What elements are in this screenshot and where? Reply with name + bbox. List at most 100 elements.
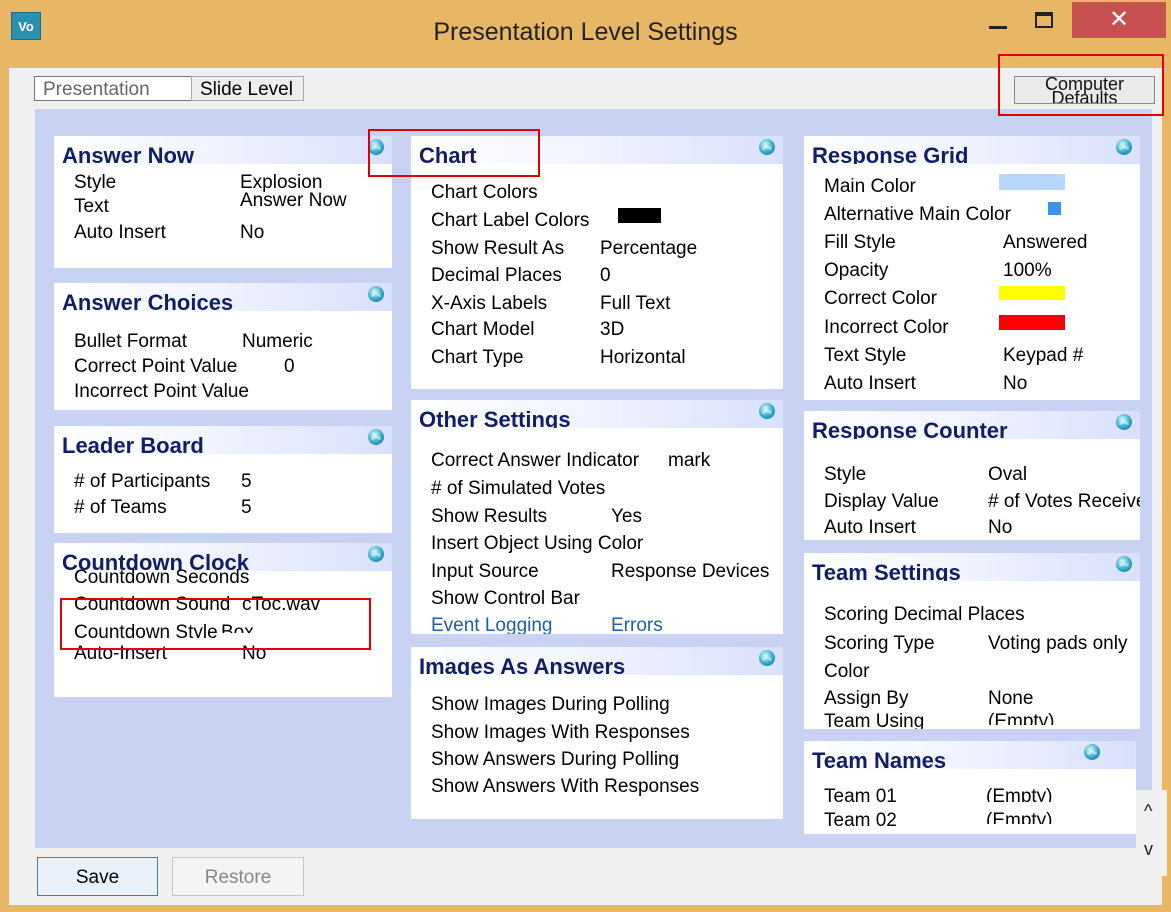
setting-label: Countdown Sound <box>74 594 231 615</box>
setting-value[interactable]: (Empty) <box>988 711 1055 725</box>
setting-value[interactable]: Numeric <box>242 331 313 353</box>
setting-value[interactable]: 0 <box>600 265 611 287</box>
setting-value[interactable]: No <box>240 222 264 244</box>
setting-value[interactable]: Full Text <box>600 293 670 315</box>
setting-value[interactable]: Keypad # <box>1003 345 1083 367</box>
setting-value[interactable]: No <box>242 643 266 665</box>
setting-value[interactable]: No <box>1003 373 1027 395</box>
setting-label: Bullet Format <box>74 331 187 352</box>
scroll-up-icon[interactable]: ^ <box>1144 801 1152 822</box>
setting-label: Chart Colors <box>431 182 538 203</box>
setting-value[interactable]: Oval <box>988 464 1027 486</box>
setting-value[interactable]: Errors <box>611 615 663 631</box>
setting-label: Show Answers With Responses <box>431 776 700 797</box>
team-names-scrollbar[interactable]: ^ v <box>1136 790 1167 876</box>
setting-label: Auto-Insert <box>74 643 167 664</box>
collapse-icon[interactable]: ︽ <box>368 286 384 302</box>
chart-group: Chart ︽ Chart Colors Chart Label Colors … <box>411 136 783 389</box>
setting-label: Main Color <box>824 176 916 197</box>
other-settings-group: Other Settings ︽ Correct Answer Indicato… <box>411 400 783 634</box>
incorrect-color-swatch[interactable] <box>999 315 1065 330</box>
setting-value[interactable]: (Empty) <box>986 786 1053 802</box>
save-button[interactable]: Save <box>37 857 158 896</box>
answer-now-body: Style Explosion Text Answer Now Auto Ins… <box>54 164 392 268</box>
setting-value[interactable]: mark <box>668 450 710 472</box>
collapse-icon[interactable]: ︽ <box>368 139 384 155</box>
restore-button[interactable]: Restore <box>172 857 304 896</box>
minimize-button[interactable] <box>975 2 1021 38</box>
setting-value[interactable]: 5 <box>241 497 252 519</box>
setting-label: Scoring Decimal Places <box>824 604 1025 625</box>
collapse-icon[interactable]: ︽ <box>759 139 775 155</box>
chart-body: Chart Colors Chart Label Colors Show Res… <box>411 164 783 389</box>
settings-panel-area: Answer Now ︽ Style Explosion Text Answer… <box>35 109 1167 876</box>
computer-defaults-button[interactable]: Computer Defaults <box>1014 76 1155 104</box>
setting-label: Countdown Style <box>74 622 218 638</box>
response-grid-body: Main Color Alternative Main Color Fill S… <box>804 164 1140 400</box>
setting-value[interactable]: # of Votes Received <box>988 491 1140 513</box>
other-settings-header: Other Settings ︽ <box>411 400 783 432</box>
setting-value[interactable]: Answer Now <box>240 190 347 208</box>
settings-window-client: Presentation Slide Level Computer Defaul… <box>9 68 1167 905</box>
correct-color-swatch[interactable] <box>999 286 1065 300</box>
maximize-button[interactable] <box>1022 2 1068 38</box>
setting-value[interactable]: No <box>988 517 1012 539</box>
setting-value[interactable]: Percentage <box>600 238 697 260</box>
setting-label: Text <box>74 196 109 217</box>
setting-label: Style <box>74 172 117 193</box>
setting-label: Insert Object Using Color <box>431 533 644 554</box>
main-color-swatch[interactable] <box>999 174 1065 190</box>
setting-value[interactable]: Horizontal <box>600 347 686 369</box>
setting-label: Auto Insert <box>824 373 916 394</box>
setting-label: Event Logging <box>431 615 553 634</box>
setting-value[interactable]: Box <box>221 622 254 633</box>
leader-board-header: Leader Board ︽ <box>54 426 392 458</box>
collapse-icon[interactable]: ︽ <box>1084 744 1100 760</box>
setting-label: Correct Point Value <box>74 356 238 377</box>
collapse-icon[interactable]: ︽ <box>759 403 775 419</box>
team-names-body: Team 01 (Empty) Team 02 (Empty) <box>804 769 1136 834</box>
setting-value[interactable]: Voting pads only <box>988 633 1140 655</box>
setting-label: Team 02 <box>824 810 897 831</box>
collapse-icon[interactable]: ︽ <box>368 546 384 562</box>
collapse-icon[interactable]: ︽ <box>1116 414 1132 430</box>
images-as-answers-body: Show Images During Polling Show Images W… <box>411 675 783 819</box>
collapse-icon[interactable]: ︽ <box>368 429 384 445</box>
setting-label: Fill Style <box>824 232 896 253</box>
tab-presentation[interactable]: Presentation <box>34 76 192 101</box>
tab-slide-level[interactable]: Slide Level <box>191 76 304 101</box>
team-names-group: Team Names ︽ Team 01 (Empty) Team 02 (Em… <box>804 741 1136 834</box>
alternative-main-color-swatch[interactable] <box>1048 202 1061 215</box>
setting-label: Correct Color <box>824 288 937 309</box>
setting-value[interactable]: 0 <box>284 356 295 378</box>
chart-label-color-swatch[interactable] <box>618 208 661 223</box>
collapse-icon[interactable]: ︽ <box>759 650 775 666</box>
collapse-icon[interactable]: ︽ <box>1116 139 1132 155</box>
setting-label: Team 01 <box>824 786 897 807</box>
setting-value[interactable]: 3D <box>600 319 624 341</box>
setting-value[interactable]: (Empty) <box>986 810 1053 824</box>
setting-label: Display Value <box>824 491 939 512</box>
countdown-clock-group: Countdown Clock ︽ Countdown Seconds Coun… <box>54 543 392 697</box>
response-grid-header: Response Grid ︽ <box>804 136 1140 168</box>
setting-label: Color <box>824 661 870 682</box>
setting-value[interactable]: Response Devices <box>611 561 783 583</box>
setting-value[interactable]: Answered <box>1003 232 1088 254</box>
setting-label: Auto Insert <box>824 517 916 538</box>
setting-label: Opacity <box>824 260 889 281</box>
scroll-down-icon[interactable]: v <box>1144 839 1153 860</box>
images-as-answers-header: Images As Answers ︽ <box>411 647 783 679</box>
setting-value[interactable]: 100% <box>1003 260 1052 282</box>
images-as-answers-group: Images As Answers ︽ Show Images During P… <box>411 647 783 819</box>
setting-label: Countdown Seconds <box>74 567 250 583</box>
setting-value[interactable]: None <box>988 688 1033 710</box>
collapse-icon[interactable]: ︽ <box>1116 556 1132 572</box>
setting-label: Show Answers During Polling <box>431 749 680 770</box>
team-settings-group: Team Settings ︽ Scoring Decimal Places S… <box>804 553 1140 729</box>
setting-value[interactable]: cToc.wav <box>242 594 320 612</box>
setting-label: Team Using <box>824 711 925 729</box>
setting-value[interactable]: Yes <box>611 506 642 528</box>
setting-value[interactable]: 5 <box>241 471 252 493</box>
close-button[interactable]: ✕ <box>1072 2 1166 38</box>
setting-label: Show Control Bar <box>431 588 580 609</box>
